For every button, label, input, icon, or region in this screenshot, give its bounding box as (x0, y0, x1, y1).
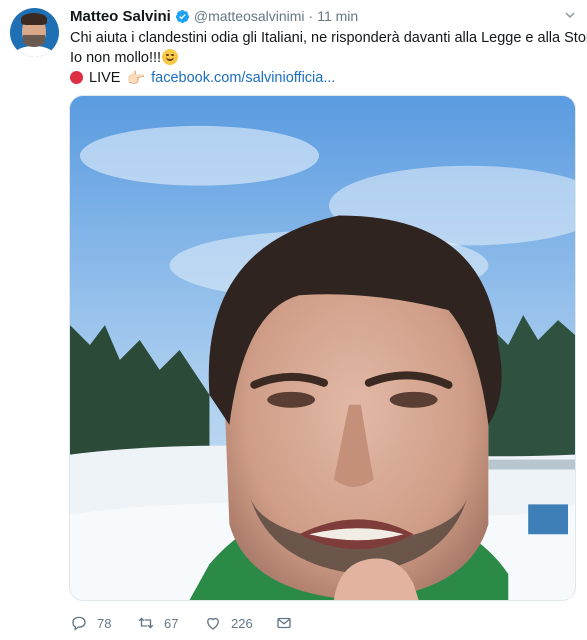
direct-message-icon (277, 617, 291, 629)
live-label: LIVE (89, 70, 121, 86)
pointing-hand-icon: 👉🏻 (126, 70, 146, 87)
tweet-live-line: LIVE 👉🏻 facebook.com/salviniofficia... (70, 68, 580, 89)
like-count: 226 (231, 615, 253, 631)
video-frame (70, 96, 575, 600)
avatar-hair (21, 13, 47, 25)
reply-count: 78 (97, 615, 112, 631)
like-button[interactable]: 226 (204, 614, 253, 632)
tweet-timestamp[interactable]: 11 min (317, 8, 358, 24)
tweet-text-line-2: Io non mollo!!! (70, 50, 162, 66)
retweet-button[interactable]: 67 (137, 614, 182, 632)
tweet-text-line-2-row: Io non mollo!!! (70, 48, 580, 68)
video-media[interactable] (69, 95, 576, 601)
reply-icon (72, 616, 86, 631)
avatar-beard (23, 35, 45, 47)
direct-message-button[interactable] (275, 614, 302, 632)
smiling-face-emoji-icon (162, 49, 179, 65)
author-name[interactable]: Matteo Salvini (70, 8, 171, 25)
header-separator: · (308, 8, 314, 24)
tweet-header: Matteo Salvini @matteosalvinimi · 11 min (70, 6, 358, 26)
verified-badge-icon (175, 9, 189, 23)
facebook-link[interactable]: facebook.com/salviniofficia... (151, 70, 335, 86)
retweet-count: 67 (164, 615, 179, 631)
reply-button[interactable]: 78 (70, 614, 115, 632)
like-icon (207, 617, 219, 630)
red-circle-icon (70, 71, 83, 84)
tweet-text-line-1: Chi aiuta i clandestini odia gli Italian… (70, 30, 587, 46)
caret-down-icon[interactable] (565, 10, 575, 20)
retweet-icon (138, 617, 154, 629)
tweet-text: Chi aiuta i clandestini odia gli Italian… (70, 28, 587, 89)
author-avatar[interactable] (10, 8, 59, 57)
tweet-actions: 78 67 226 (70, 612, 324, 634)
avatar-shirt (14, 46, 54, 57)
author-handle[interactable]: @matteosalvinimi (194, 8, 305, 24)
tweet[interactable]: Matteo Salvini @matteosalvinimi · 11 min… (0, 0, 587, 640)
